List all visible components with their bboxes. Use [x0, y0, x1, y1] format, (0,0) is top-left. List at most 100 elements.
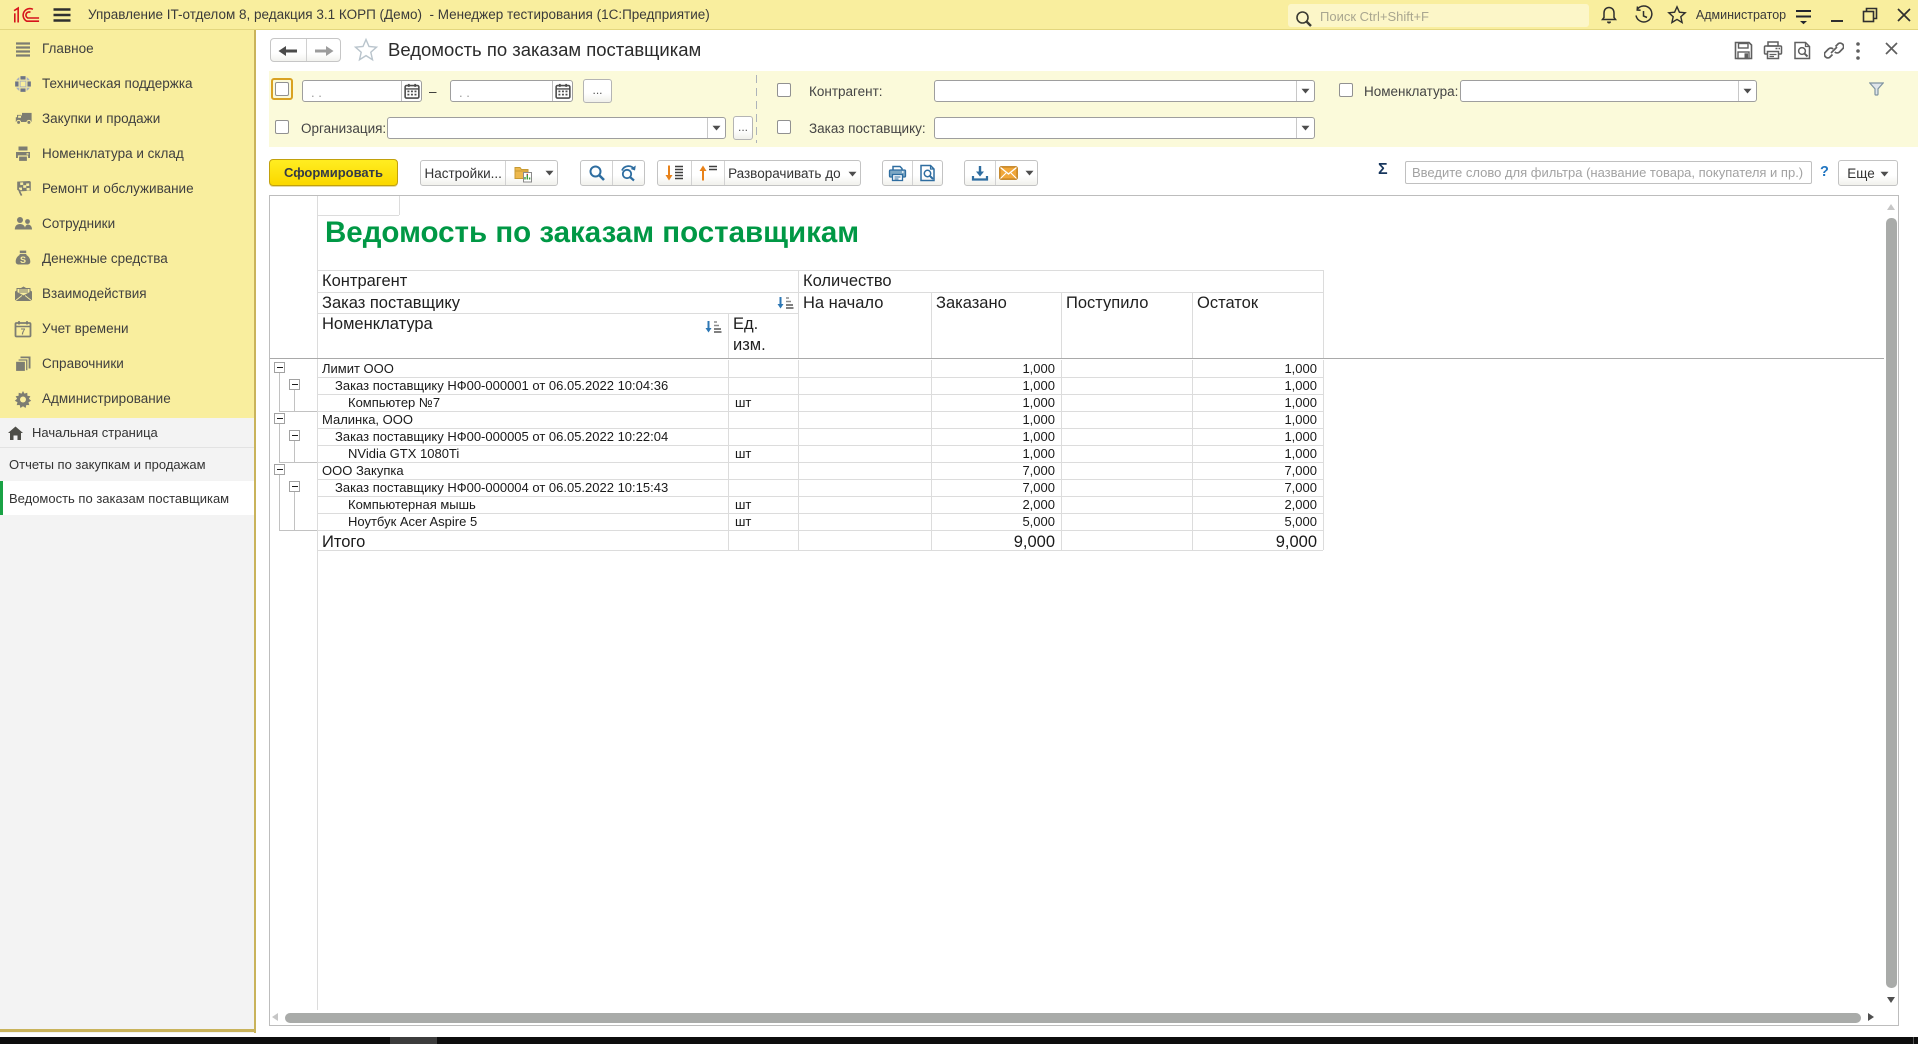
settings-caret-icon[interactable]	[541, 161, 557, 185]
history-icon[interactable]	[1632, 0, 1654, 30]
calendar-icon[interactable]	[552, 81, 572, 101]
row-name[interactable]: Ноутбук Acer Aspire 5	[348, 514, 724, 529]
global-search-input[interactable]: Поиск Ctrl+Shift+F	[1288, 4, 1589, 27]
collapse-group-button[interactable]	[289, 430, 300, 441]
collapse-groups-icon[interactable]	[691, 161, 724, 185]
close-app-icon[interactable]	[1894, 0, 1914, 30]
row-ordered[interactable]: 1,000	[931, 429, 1055, 444]
filter-funnel-icon[interactable]	[1869, 82, 1884, 96]
kontragent-checkbox[interactable]	[777, 83, 791, 97]
row-ordered[interactable]: 7,000	[931, 463, 1055, 478]
row-rest[interactable]: 7,000	[1192, 480, 1317, 495]
print-preview-icon[interactable]	[1793, 41, 1811, 59]
combo-arrow-icon[interactable]	[1738, 81, 1756, 101]
row-unit[interactable]: шт	[735, 395, 775, 410]
vscroll-up-icon[interactable]	[1887, 204, 1895, 210]
mail-caret-icon[interactable]	[1022, 161, 1037, 185]
current-user[interactable]: Администратор	[1698, 0, 1784, 30]
sidebar-bottom-item-1[interactable]: Начальная страница	[0, 418, 254, 448]
row-unit[interactable]: шт	[735, 497, 775, 512]
quick-filter-input[interactable]: Введите слово для фильтра (название това…	[1405, 161, 1812, 184]
row-ordered[interactable]: 2,000	[931, 497, 1055, 512]
combo-arrow-icon[interactable]	[1296, 118, 1314, 138]
sidebar-item-1[interactable]: Главное	[0, 31, 254, 66]
total-label[interactable]: Итого	[322, 533, 522, 551]
generate-button[interactable]: Сформировать	[269, 159, 398, 186]
period-more-button[interactable]: ...	[583, 79, 612, 103]
row-rest[interactable]: 1,000	[1192, 395, 1317, 410]
row-name[interactable]: Заказ поставщику НФ00-000001 от 06.05.20…	[335, 378, 724, 393]
sidebar-item-9[interactable]: 7Учет времени	[0, 311, 254, 346]
nomenclature-checkbox[interactable]	[1339, 83, 1353, 97]
save-report-icon[interactable]	[965, 161, 995, 185]
row-unit[interactable]: шт	[735, 514, 775, 529]
row-ordered[interactable]: 1,000	[931, 361, 1055, 376]
sidebar-item-8[interactable]: Взаимодействия	[0, 276, 254, 311]
close-window-icon[interactable]	[1884, 41, 1902, 59]
sum-sigma-button[interactable]: Σ	[1378, 161, 1388, 179]
expand-to-button[interactable]: Разворачивать до	[724, 161, 860, 185]
row-ordered[interactable]: 5,000	[931, 514, 1055, 529]
minimize-icon[interactable]	[1827, 0, 1847, 30]
row-rest[interactable]: 1,000	[1192, 378, 1317, 393]
row-ordered[interactable]: 1,000	[931, 378, 1055, 393]
hscroll-left-icon[interactable]	[272, 1013, 278, 1021]
main-hamburger-icon[interactable]	[50, 0, 74, 30]
org-checkbox[interactable]	[275, 120, 289, 134]
collapse-group-button[interactable]	[289, 379, 300, 390]
vscroll-down-icon[interactable]	[1887, 997, 1895, 1003]
collapse-group-button[interactable]	[274, 362, 285, 373]
total-rest[interactable]: 9,000	[1192, 533, 1317, 551]
order-combo[interactable]	[934, 117, 1315, 139]
row-name[interactable]: Заказ поставщику НФ00-000005 от 06.05.20…	[335, 429, 724, 444]
settings-variants-icon[interactable]	[505, 161, 541, 185]
expand-groups-icon[interactable]	[658, 161, 691, 185]
row-ordered[interactable]: 1,000	[931, 395, 1055, 410]
date-to-input[interactable]: . .	[450, 80, 573, 102]
row-name[interactable]: ООО Закупка	[322, 463, 724, 478]
row-name[interactable]: NVidia GTX 1080Ti	[348, 446, 724, 461]
sidebar-item-10[interactable]: Справочники	[0, 346, 254, 381]
row-ordered[interactable]: 1,000	[931, 412, 1055, 427]
row-unit[interactable]: шт	[735, 446, 775, 461]
save-icon[interactable]	[1734, 41, 1752, 59]
window-favorite-star-icon[interactable]	[353, 37, 379, 63]
row-rest[interactable]: 7,000	[1192, 463, 1317, 478]
row-name[interactable]: Заказ поставщику НФ00-000004 от 06.05.20…	[335, 480, 724, 495]
notifications-bell-icon[interactable]	[1598, 0, 1620, 30]
row-name[interactable]: Компьютер №7	[348, 395, 724, 410]
org-more-button[interactable]: ...	[733, 116, 753, 140]
row-rest[interactable]: 1,000	[1192, 446, 1317, 461]
combo-arrow-icon[interactable]	[1296, 81, 1314, 101]
calendar-icon[interactable]	[401, 81, 421, 101]
sidebar-item-4[interactable]: Номенклатура и склад	[0, 136, 254, 171]
get-link-icon[interactable]	[1824, 41, 1842, 59]
more-kebab-icon[interactable]	[1855, 41, 1865, 59]
send-mail-icon[interactable]	[995, 161, 1023, 185]
print-icon[interactable]	[1763, 41, 1781, 59]
order-checkbox[interactable]	[777, 120, 791, 134]
combo-arrow-icon[interactable]	[707, 118, 725, 138]
row-name[interactable]: Лимит ООО	[322, 361, 724, 376]
preview-report-icon[interactable]	[912, 161, 942, 185]
collapse-group-button[interactable]	[274, 464, 285, 475]
service-menu-icon[interactable]	[1792, 0, 1814, 30]
row-name[interactable]: Компьютерная мышь	[348, 497, 724, 512]
row-rest[interactable]: 2,000	[1192, 497, 1317, 512]
sidebar-item-3[interactable]: Закупки и продажи	[0, 101, 254, 136]
nomenclature-combo[interactable]	[1460, 80, 1757, 102]
total-ordered[interactable]: 9,000	[931, 533, 1055, 551]
settings-button[interactable]: Настройки...	[421, 161, 505, 185]
more-button[interactable]: Еще	[1838, 160, 1898, 186]
vscroll-thumb[interactable]	[1886, 218, 1897, 988]
row-rest[interactable]: 1,000	[1192, 412, 1317, 427]
sidebar-item-11[interactable]: Администрирование	[0, 381, 254, 416]
sidebar-item-7[interactable]: SДенежные средства	[0, 241, 254, 276]
sidebar-bottom-item-2[interactable]: Отчеты по закупкам и продажам	[0, 448, 254, 481]
find-next-icon[interactable]	[612, 161, 644, 185]
row-rest[interactable]: 1,000	[1192, 429, 1317, 444]
find-icon[interactable]	[581, 161, 612, 185]
date-from-input[interactable]: . .	[302, 80, 422, 102]
row-ordered[interactable]: 1,000	[931, 446, 1055, 461]
row-rest[interactable]: 1,000	[1192, 361, 1317, 376]
